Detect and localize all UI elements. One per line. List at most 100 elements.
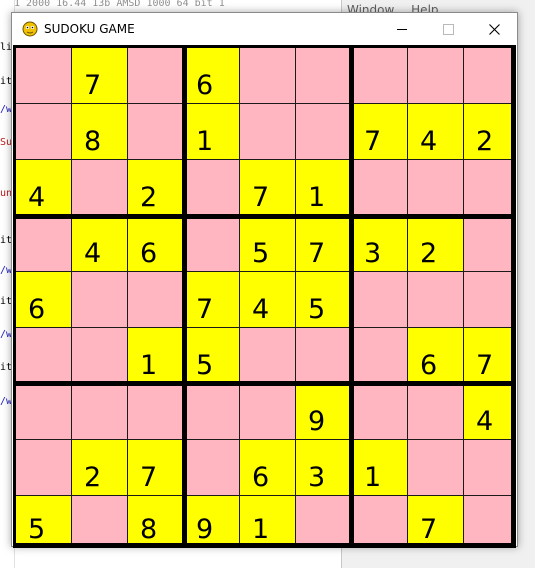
sudoku-cell[interactable]: 7: [72, 48, 128, 104]
sudoku-cell[interactable]: 7: [352, 104, 408, 160]
sudoku-cell[interactable]: 5: [184, 328, 240, 384]
sudoku-cell[interactable]: [464, 160, 516, 216]
sudoku-cell[interactable]: [464, 440, 516, 496]
sudoku-cell[interactable]: [240, 104, 296, 160]
sudoku-cell[interactable]: [128, 384, 184, 440]
sudoku-cell[interactable]: [16, 328, 72, 384]
sudoku-cell[interactable]: [16, 48, 72, 104]
sudoku-cell[interactable]: [408, 272, 464, 328]
sudoku-cell[interactable]: [408, 48, 464, 104]
sudoku-cell[interactable]: [408, 384, 464, 440]
cell-digit: 9: [308, 406, 326, 437]
sudoku-cell[interactable]: [464, 48, 516, 104]
title-bar[interactable]: SUDOKU GAME: [12, 13, 517, 45]
sudoku-cell[interactable]: [184, 384, 240, 440]
sudoku-cell[interactable]: [184, 216, 240, 272]
cell-digit: 8: [84, 126, 102, 157]
sudoku-window[interactable]: SUDOKU GAME 7 6 8 1 7 4 2 4 2 7 1 4 6 5 7 3 2 6 7 4 5 1 5 6 7 9 4 2…: [11, 12, 518, 548]
sudoku-cell[interactable]: [240, 328, 296, 384]
sudoku-cell[interactable]: [296, 328, 352, 384]
sudoku-cell[interactable]: [240, 384, 296, 440]
sudoku-cell[interactable]: [464, 272, 516, 328]
cell-digit: 7: [420, 514, 438, 545]
sudoku-cell[interactable]: [72, 328, 128, 384]
sudoku-cell[interactable]: 9: [184, 496, 240, 548]
sudoku-cell[interactable]: 6: [16, 272, 72, 328]
sudoku-cell[interactable]: [72, 384, 128, 440]
sudoku-cell[interactable]: [352, 272, 408, 328]
sudoku-cell[interactable]: 4: [464, 384, 516, 440]
sudoku-cell[interactable]: 1: [240, 496, 296, 548]
sudoku-cell[interactable]: 1: [296, 160, 352, 216]
close-button[interactable]: [471, 13, 517, 45]
sudoku-cell[interactable]: [72, 496, 128, 548]
sudoku-cell[interactable]: 1: [184, 104, 240, 160]
cell-digit: 2: [420, 238, 438, 269]
sudoku-cell[interactable]: 9: [296, 384, 352, 440]
sudoku-cell[interactable]: 4: [72, 216, 128, 272]
sudoku-cell[interactable]: [408, 440, 464, 496]
sudoku-cell[interactable]: 6: [128, 216, 184, 272]
sudoku-cell[interactable]: [408, 160, 464, 216]
sudoku-cell[interactable]: [16, 384, 72, 440]
sudoku-cell[interactable]: 7: [408, 496, 464, 548]
sudoku-cell[interactable]: [128, 272, 184, 328]
sudoku-cell[interactable]: 3: [352, 216, 408, 272]
sudoku-cell[interactable]: [184, 160, 240, 216]
sudoku-cell[interactable]: 7: [240, 160, 296, 216]
sudoku-cell[interactable]: 4: [408, 104, 464, 160]
sudoku-cell[interactable]: 4: [16, 160, 72, 216]
background-text-line: 1 2000 16.44 13b AMSD 1000 64 bit 1: [14, 0, 225, 9]
sudoku-cell[interactable]: [16, 440, 72, 496]
sudoku-cell[interactable]: [296, 48, 352, 104]
sudoku-cell[interactable]: [296, 496, 352, 548]
sudoku-cell[interactable]: [128, 48, 184, 104]
sudoku-cell[interactable]: 1: [128, 328, 184, 384]
sudoku-cell[interactable]: [296, 104, 352, 160]
sudoku-cell[interactable]: 5: [240, 216, 296, 272]
sudoku-cell[interactable]: [184, 440, 240, 496]
sudoku-cell[interactable]: 2: [408, 216, 464, 272]
sudoku-cell[interactable]: 2: [128, 160, 184, 216]
sudoku-cell[interactable]: 8: [128, 496, 184, 548]
sudoku-cell[interactable]: [352, 384, 408, 440]
cell-digit: 6: [252, 462, 270, 493]
sudoku-cell[interactable]: 3: [296, 440, 352, 496]
sudoku-cell[interactable]: [352, 496, 408, 548]
sudoku-cell[interactable]: [464, 496, 516, 548]
sudoku-cell[interactable]: [16, 216, 72, 272]
sudoku-cell[interactable]: 7: [464, 328, 516, 384]
sudoku-cell[interactable]: 6: [184, 48, 240, 104]
maximize-button[interactable]: [425, 13, 471, 45]
sudoku-cell[interactable]: [464, 216, 516, 272]
sudoku-cell[interactable]: 5: [16, 496, 72, 548]
sudoku-cell[interactable]: 7: [184, 272, 240, 328]
sudoku-cell[interactable]: 5: [296, 272, 352, 328]
sudoku-cell[interactable]: 8: [72, 104, 128, 160]
sudoku-cell[interactable]: 7: [296, 216, 352, 272]
sudoku-cell[interactable]: [72, 160, 128, 216]
cell-digit: 5: [28, 514, 46, 545]
cell-digit: 7: [252, 182, 270, 213]
sudoku-board[interactable]: 7 6 8 1 7 4 2 4 2 7 1 4 6 5 7 3 2 6 7 4 5 1 5 6 7 9 4 2 7 6 3 1 5 8 9 1 7: [13, 45, 516, 548]
block-divider: [349, 48, 354, 548]
sudoku-cell[interactable]: [352, 160, 408, 216]
sudoku-cell[interactable]: [72, 272, 128, 328]
cell-digit: 3: [308, 462, 326, 493]
sudoku-cell[interactable]: 6: [240, 440, 296, 496]
cell-digit: 7: [308, 238, 326, 269]
sudoku-cell[interactable]: 7: [128, 440, 184, 496]
sudoku-cell[interactable]: [240, 48, 296, 104]
sudoku-cell[interactable]: 2: [464, 104, 516, 160]
cell-digit: 6: [28, 294, 46, 325]
sudoku-cell[interactable]: [352, 328, 408, 384]
sudoku-cell[interactable]: [16, 104, 72, 160]
sudoku-cell[interactable]: 6: [408, 328, 464, 384]
sudoku-cell[interactable]: 1: [352, 440, 408, 496]
sudoku-cell[interactable]: 2: [72, 440, 128, 496]
minimize-button[interactable]: [379, 13, 425, 45]
sudoku-cell[interactable]: 4: [240, 272, 296, 328]
sudoku-cell[interactable]: [128, 104, 184, 160]
sudoku-cell[interactable]: [352, 48, 408, 104]
cell-digit: 5: [196, 350, 214, 381]
